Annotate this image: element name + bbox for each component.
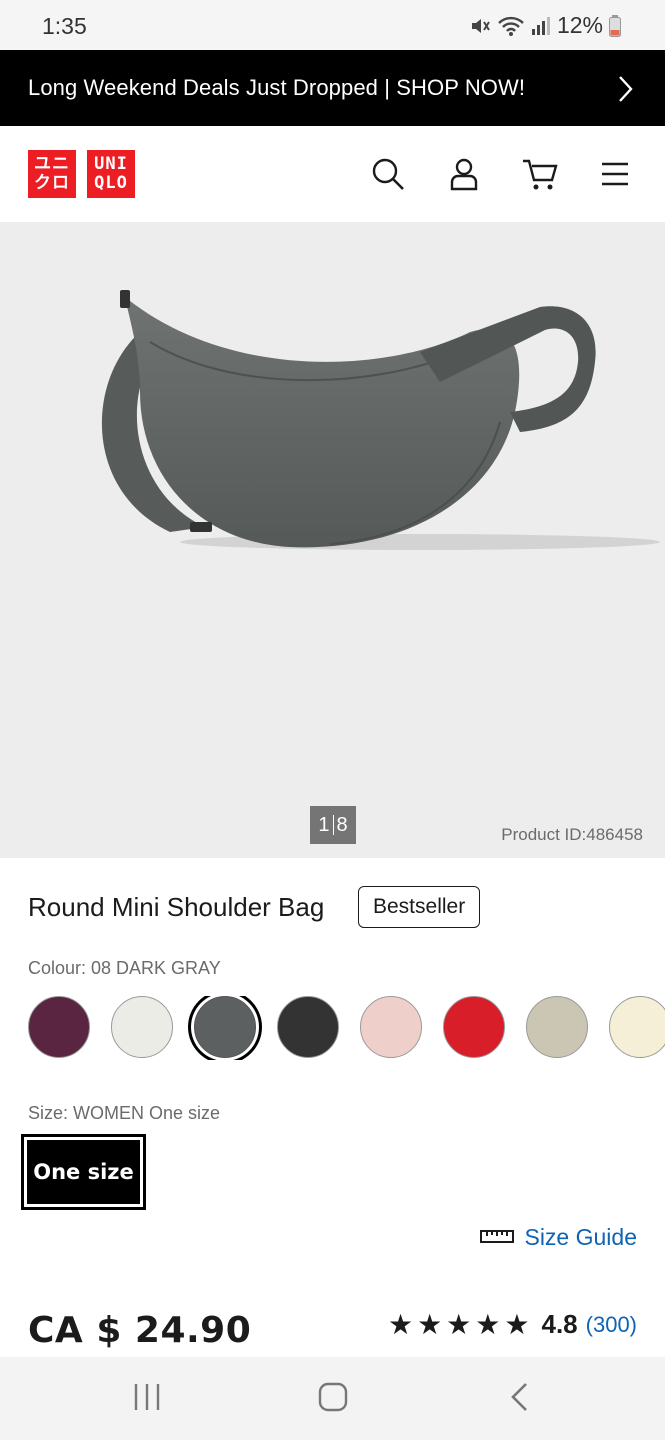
colour-swatch-selected[interactable] xyxy=(194,996,256,1058)
colour-swatch[interactable] xyxy=(277,996,339,1058)
account-icon[interactable] xyxy=(446,156,482,192)
colour-swatch[interactable] xyxy=(443,996,505,1058)
chevron-right-icon xyxy=(617,75,633,108)
size-guide-label: Size Guide xyxy=(524,1224,637,1250)
product-title: Round Mini Shoulder Bag xyxy=(28,892,325,922)
pager-current: 1 xyxy=(318,813,330,836)
back-icon[interactable] xyxy=(508,1382,532,1417)
promo-banner[interactable]: Long Weekend Deals Just Dropped | SHOP N… xyxy=(0,50,665,126)
search-icon[interactable] xyxy=(370,156,406,192)
colour-label: Colour: 08 DARK GRAY xyxy=(28,958,221,978)
status-bar: 1:35 12% xyxy=(0,0,665,50)
ruler-icon xyxy=(480,1224,515,1251)
colour-swatch[interactable] xyxy=(360,996,422,1058)
status-icons: 12% xyxy=(469,12,621,39)
signal-icon xyxy=(531,16,551,36)
mute-icon xyxy=(469,15,491,37)
colour-swatch[interactable] xyxy=(609,996,665,1058)
home-icon[interactable] xyxy=(318,1382,348,1417)
product-image-gallery[interactable]: 18 Product ID:486458 xyxy=(0,222,665,858)
size-option-label: One size xyxy=(27,1140,140,1204)
product-image xyxy=(101,290,660,550)
star-rating-icon: ★★★★★ xyxy=(387,1309,534,1340)
colour-swatches xyxy=(28,996,665,1060)
pager-total: 8 xyxy=(336,813,348,836)
size-option-selected[interactable]: One size xyxy=(21,1134,146,1210)
wifi-icon xyxy=(497,15,525,37)
battery-percent: 12% xyxy=(556,12,603,38)
colour-swatch[interactable] xyxy=(526,996,588,1058)
rating[interactable]: ★★★★★ 4.8 (300) xyxy=(388,1308,637,1341)
size-guide-link[interactable]: Size Guide xyxy=(480,1224,637,1251)
colour-swatch[interactable] xyxy=(28,996,90,1058)
price: CA $ 24.90 xyxy=(28,1310,252,1351)
rating-value: 4.8 xyxy=(541,1309,578,1339)
logo-katakana: ユニ クロ xyxy=(28,150,76,198)
site-header: ユニ クロ UNI QLO xyxy=(0,126,665,222)
status-time: 1:35 xyxy=(42,13,87,39)
menu-icon[interactable] xyxy=(598,156,634,192)
uniqlo-logo[interactable]: ユニ クロ UNI QLO xyxy=(28,150,135,198)
promo-text: Long Weekend Deals Just Dropped | SHOP N… xyxy=(28,75,526,100)
battery-icon xyxy=(609,14,621,37)
review-count-link[interactable]: (300) xyxy=(586,1312,637,1338)
recent-apps-icon[interactable] xyxy=(133,1382,161,1417)
bestseller-badge: Bestseller xyxy=(358,886,481,928)
gallery-pager: 18 xyxy=(310,806,356,844)
size-label: Size: WOMEN One size xyxy=(28,1103,221,1123)
logo-latin: UNI QLO xyxy=(87,150,135,198)
product-id: Product ID:486458 xyxy=(501,825,643,844)
cart-icon[interactable] xyxy=(522,156,558,192)
system-nav-bar xyxy=(0,1357,665,1440)
colour-swatch[interactable] xyxy=(111,996,173,1058)
